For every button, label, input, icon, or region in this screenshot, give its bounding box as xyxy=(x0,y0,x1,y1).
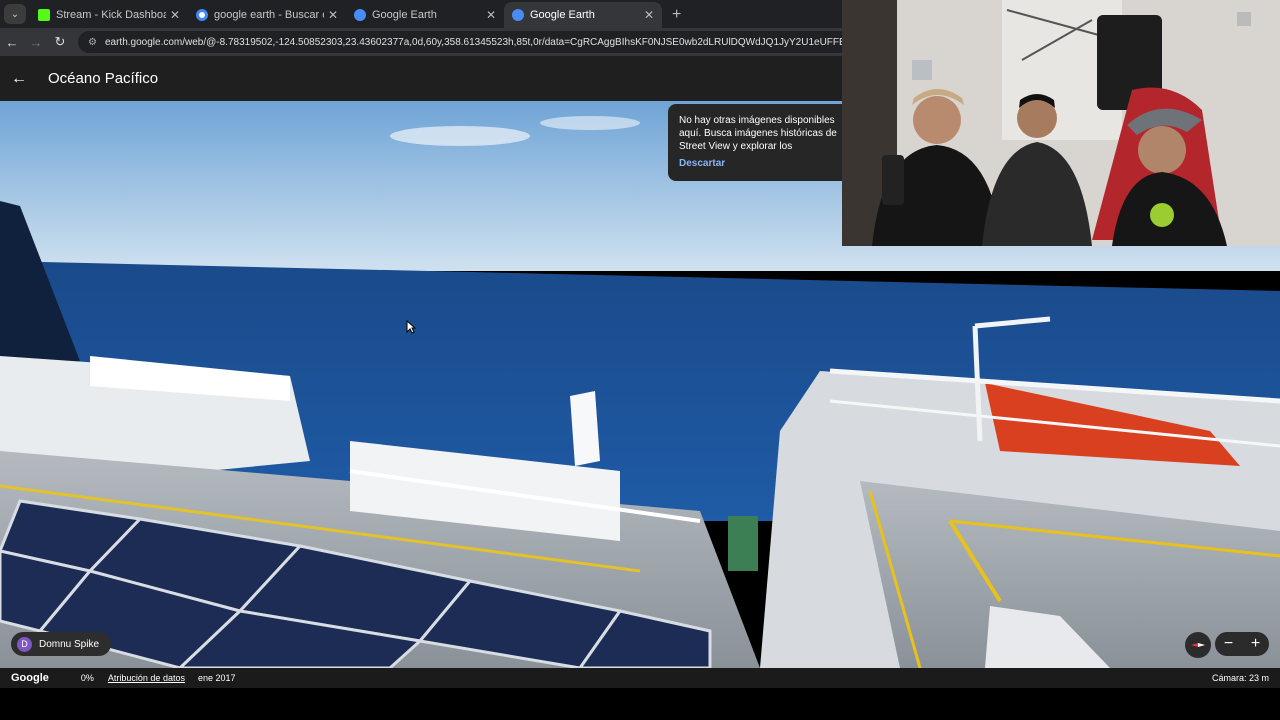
reload-icon[interactable]: ↻ xyxy=(48,34,72,50)
tab-google-search[interactable]: google earth - Buscar con Google ✕ xyxy=(188,2,346,28)
bottom-letterbox xyxy=(0,688,1280,720)
tab-title: Stream - Kick Dashboard xyxy=(56,9,166,21)
zoom-controls: − + xyxy=(1215,632,1269,656)
new-tab-button[interactable]: + xyxy=(662,6,691,28)
user-name: Domnu Spike xyxy=(39,638,100,650)
imagery-date: ene 2017 xyxy=(197,673,236,683)
place-title: Océano Pacífico xyxy=(48,70,159,87)
tab-google-earth[interactable]: Google Earth ✕ xyxy=(346,2,504,28)
earth-favicon-icon xyxy=(512,9,524,21)
zoom-out-button[interactable]: − xyxy=(1224,635,1233,653)
earth-footer: Google 0% Atribución de datos ene 2017 C… xyxy=(0,668,1280,688)
back-arrow-icon[interactable]: ← xyxy=(0,35,24,50)
google-logo: Google xyxy=(11,672,49,684)
url-text: earth.google.com/web/@-8.78319502,-124.5… xyxy=(104,36,933,48)
tab-title: Google Earth xyxy=(372,9,437,21)
tab-kick-dashboard[interactable]: Stream - Kick Dashboard ✕ xyxy=(30,2,188,28)
imagery-notice-card: No hay otras imágenes disponibles aquí. … xyxy=(668,104,868,181)
avatar: D xyxy=(17,636,32,652)
tab-title: google earth - Buscar con Google xyxy=(214,9,324,21)
data-attribution-link[interactable]: Atribución de datos xyxy=(108,673,185,683)
close-tab-icon[interactable]: ✕ xyxy=(170,8,180,22)
dismiss-button[interactable]: Descartar xyxy=(679,157,725,170)
mouse-cursor-icon xyxy=(406,320,416,334)
site-settings-icon[interactable]: ⚙ xyxy=(88,37,97,48)
forward-arrow-icon[interactable]: → xyxy=(24,35,48,50)
back-arrow-icon[interactable]: ← xyxy=(1,70,37,88)
zoom-in-button[interactable]: + xyxy=(1251,635,1260,653)
webcam-overlay xyxy=(842,0,1280,246)
close-tab-icon[interactable]: ✕ xyxy=(644,8,654,22)
close-tab-icon[interactable]: ✕ xyxy=(486,8,496,22)
compass-icon[interactable] xyxy=(1185,632,1211,658)
tab-title: Google Earth xyxy=(530,9,595,21)
user-chip[interactable]: D Domnu Spike xyxy=(11,632,112,656)
webcam-feed-image xyxy=(842,0,1280,246)
tab-google-earth-active[interactable]: Google Earth ✕ xyxy=(504,2,662,28)
loading-percent: 0% xyxy=(80,673,94,683)
notice-text: No hay otras imágenes disponibles aquí. … xyxy=(679,115,837,152)
earth-favicon-icon xyxy=(354,9,366,21)
close-tab-icon[interactable]: ✕ xyxy=(328,8,338,22)
camera-altitude: Cámara: 23 m xyxy=(1211,673,1269,683)
kick-favicon-icon xyxy=(38,9,50,21)
google-favicon-icon xyxy=(196,9,208,21)
tab-search-chevron-icon[interactable]: ⌄ xyxy=(4,4,26,24)
